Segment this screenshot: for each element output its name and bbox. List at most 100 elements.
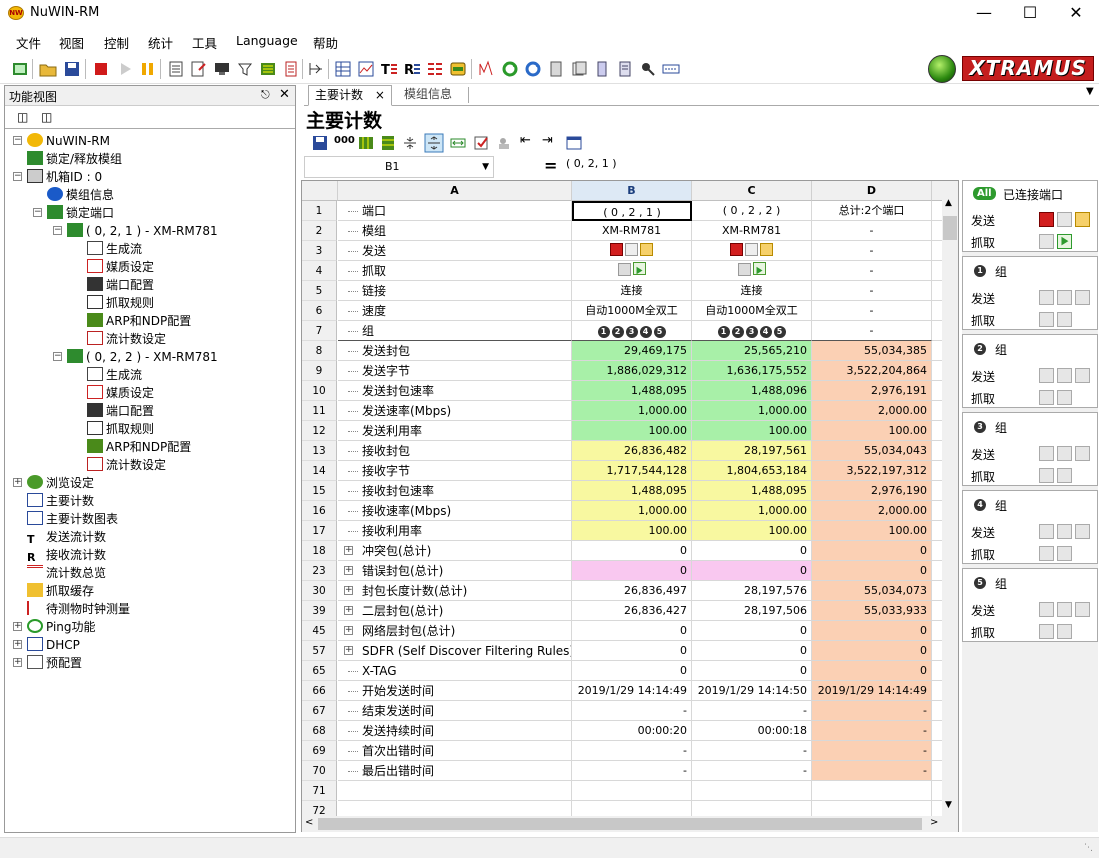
cell-label[interactable]: 首次出错时间: [338, 741, 572, 761]
tree-item-buffer[interactable]: 抓取缓存: [27, 582, 94, 600]
cell-b[interactable]: 00:00:20: [572, 721, 692, 741]
group-4-badge[interactable]: 4: [639, 326, 652, 338]
media-icon[interactable]: [190, 60, 208, 78]
expand-all-icon[interactable]: ◫: [41, 110, 52, 124]
menu-control[interactable]: 控制: [104, 33, 129, 52]
cell-c[interactable]: 28,197,576: [692, 581, 812, 601]
capture-start-button[interactable]: [752, 262, 766, 275]
cell-d[interactable]: -: [812, 321, 932, 341]
cell-d[interactable]: 0: [812, 541, 932, 561]
capture-start-button[interactable]: [632, 262, 646, 275]
cell-b[interactable]: 12345: [572, 321, 692, 341]
menu-file[interactable]: 文件: [16, 33, 41, 52]
cell-b[interactable]: 自动1000M全双工: [572, 301, 692, 321]
group-1-badge[interactable]: 1: [717, 326, 730, 338]
cell-c[interactable]: 0: [692, 641, 812, 661]
row-header[interactable]: 69: [302, 741, 337, 761]
expander[interactable]: +: [13, 658, 22, 667]
row-icon[interactable]: [380, 135, 396, 151]
row-header[interactable]: 45: [302, 621, 337, 641]
overview-icon[interactable]: [426, 60, 444, 78]
row-header[interactable]: 10: [302, 381, 337, 401]
send-play-button[interactable]: [1057, 212, 1072, 227]
cell-d[interactable]: -: [812, 741, 932, 761]
group-send-stop-button[interactable]: [1039, 602, 1054, 617]
cell-d[interactable]: 2,976,191: [812, 381, 932, 401]
ping-icon[interactable]: [501, 60, 519, 78]
group-5-badge[interactable]: 5: [773, 326, 786, 338]
row-header[interactable]: 9: [302, 361, 337, 381]
cell-label[interactable]: + 错误封包(总计): [338, 561, 572, 581]
cell-label[interactable]: 发送字节: [338, 361, 572, 381]
card-detail-icon[interactable]: [616, 60, 634, 78]
cell-b[interactable]: -: [572, 761, 692, 781]
row-header[interactable]: 6: [302, 301, 337, 321]
cell-label[interactable]: 组: [338, 321, 572, 341]
cell-c[interactable]: 100.00: [692, 421, 812, 441]
lock-cell-icon[interactable]: [496, 135, 512, 151]
cell-c[interactable]: 28,197,506: [692, 601, 812, 621]
group-5-badge[interactable]: 5: [653, 326, 666, 338]
cell-label[interactable]: + 冲突包(总计): [338, 541, 572, 561]
cell-d[interactable]: 2,000.00: [812, 501, 932, 521]
row-header[interactable]: 15: [302, 481, 337, 501]
group-send-stop-button[interactable]: [1039, 524, 1054, 539]
row-header[interactable]: 3: [302, 241, 337, 261]
column-header-b[interactable]: B: [572, 181, 692, 201]
cell-c[interactable]: ( 0 , 2 , 2 ): [692, 201, 812, 221]
expand-rows-icon[interactable]: [424, 133, 444, 153]
cell-label[interactable]: 发送封包: [338, 341, 572, 361]
cell-c[interactable]: 0: [692, 661, 812, 681]
tx-count-icon[interactable]: T: [380, 60, 398, 78]
tree-item-port-021[interactable]: ( 0, 2, 1 ) - XM-RM781: [67, 222, 218, 240]
row-header[interactable]: 5: [302, 281, 337, 301]
row-expander[interactable]: +: [344, 606, 353, 615]
cell-c[interactable]: 1,000.00: [692, 501, 812, 521]
cell-c[interactable]: [692, 241, 812, 261]
group-send-stop-button[interactable]: [1039, 290, 1054, 305]
cell-c[interactable]: -: [692, 741, 812, 761]
cell-c[interactable]: 0: [692, 621, 812, 641]
chevron-down-icon[interactable]: ▼: [482, 157, 489, 177]
cell-d[interactable]: -: [812, 241, 932, 261]
cell-b[interactable]: 100.00: [572, 421, 692, 441]
cell-b[interactable]: 连接: [572, 281, 692, 301]
group-capture-stop-button[interactable]: [1039, 546, 1054, 561]
cell-c[interactable]: 自动1000M全双工: [692, 301, 812, 321]
group-send-play-button[interactable]: [1057, 602, 1072, 617]
cell-b[interactable]: 0: [572, 621, 692, 641]
tree-item-counter[interactable]: 流计数设定: [87, 456, 166, 474]
group-2-badge[interactable]: 2: [611, 326, 624, 338]
cell-d[interactable]: 0: [812, 561, 932, 581]
cell-b[interactable]: ( 0 , 2 , 1 ): [572, 201, 692, 221]
play-icon[interactable]: [116, 60, 134, 78]
rx-count-icon[interactable]: R: [403, 60, 421, 78]
cell-d[interactable]: -: [812, 221, 932, 241]
tree-item-ping[interactable]: Ping功能: [27, 618, 96, 636]
check-icon[interactable]: [474, 135, 490, 151]
hscroll-thumb[interactable]: [318, 818, 922, 830]
column-icon[interactable]: [358, 135, 374, 151]
tree-item-lock-port[interactable]: 锁定端口: [47, 204, 114, 222]
capture-rule-icon[interactable]: [236, 60, 254, 78]
panel-close-icon[interactable]: ✕: [279, 87, 290, 102]
group-send-stop-button[interactable]: [1039, 368, 1054, 383]
cell-d[interactable]: 总计:2个端口: [812, 201, 932, 221]
cell-b[interactable]: 1,717,544,128: [572, 461, 692, 481]
cell-label[interactable]: 接收利用率: [338, 521, 572, 541]
cell-d[interactable]: [812, 781, 932, 801]
scroll-right-icon[interactable]: >: [930, 817, 938, 828]
group-capture-start-button[interactable]: [1057, 546, 1072, 561]
group-1-badge[interactable]: 1: [597, 326, 610, 338]
window-icon[interactable]: [566, 135, 582, 151]
tree-item-rx-count[interactable]: R 接收流计数: [27, 546, 106, 564]
cell-b[interactable]: 0: [572, 661, 692, 681]
card-icon[interactable]: [593, 60, 611, 78]
resize-grip-icon[interactable]: ⋱: [1084, 843, 1093, 853]
row-header[interactable]: 14: [302, 461, 337, 481]
cell-d[interactable]: -: [812, 301, 932, 321]
cell-label[interactable]: 发送: [338, 241, 572, 261]
tree-item-app[interactable]: NuWIN-RM: [27, 132, 110, 150]
tree-item-counter[interactable]: 流计数设定: [87, 330, 166, 348]
cell-label[interactable]: 接收封包: [338, 441, 572, 461]
